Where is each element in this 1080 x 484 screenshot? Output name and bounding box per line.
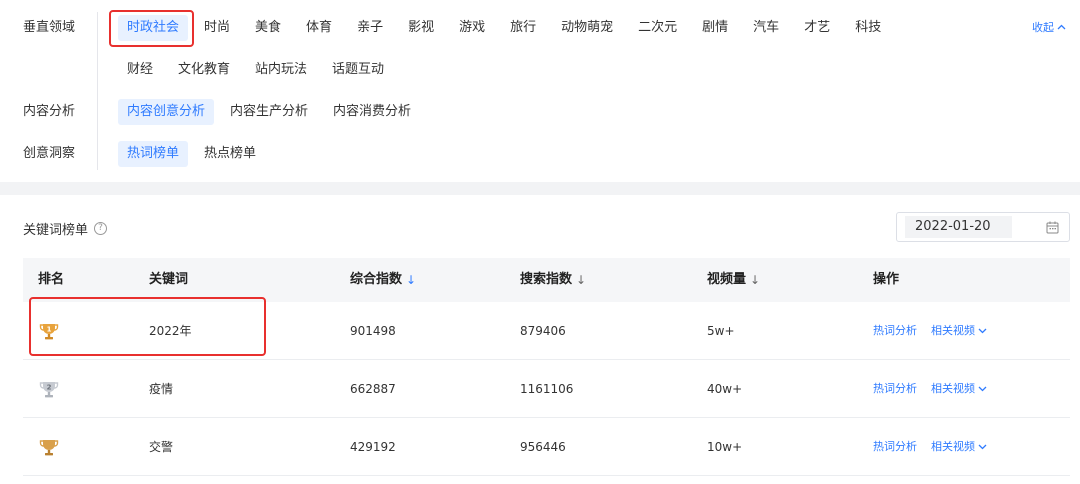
chevron-up-icon [1057,24,1066,30]
rank-badge-number: 1 [47,326,52,334]
rank-badge-number: 2 [47,384,52,392]
col-search[interactable]: 搜索指数 ↓ [520,258,586,302]
tag-politics-society[interactable]: 时政社会 [118,15,189,41]
hot-analysis-link[interactable]: 热词分析 [873,302,917,360]
cell-video: 10w+ [707,440,743,454]
cell-keyword: 2022年 [149,324,192,338]
calendar-icon[interactable] [1046,221,1059,234]
sort-down-icon: ↓ [750,273,761,287]
cell-ops: 热词分析 相关视频 [873,302,987,360]
hot-analysis-link[interactable]: 热词分析 [873,418,917,476]
related-videos-label: 相关视频 [931,324,975,337]
tag-pets[interactable]: 动物萌宠 [552,15,622,41]
tag-topic-interaction[interactable]: 话题互动 [323,57,393,83]
tag-sports[interactable]: 体育 [297,15,341,41]
analysis-label: 内容分析 [23,104,76,119]
col-composite-label: 综合指数 [350,272,403,287]
cell-ops: 热词分析 相关视频 [873,360,987,418]
tag-finance[interactable]: 财经 [118,57,162,83]
tag-food[interactable]: 美食 [246,15,290,41]
col-ops: 操作 [873,272,900,287]
analysis-tags: 内容创意分析 内容生产分析 内容消费分析 [118,98,427,126]
tag-content-consumption-analysis[interactable]: 内容消费分析 [324,99,420,125]
col-video-label: 视频量 [707,272,747,287]
tag-culture-education[interactable]: 文化教育 [169,57,239,83]
help-icon[interactable]: ? [94,222,108,235]
table-header: 排名 关键词 综合指数 ↓ 搜索指数 ↓ 视频量 ↓ 操作 [23,258,1070,302]
list-title: 关键词榜单 ? [23,219,108,238]
related-videos-label: 相关视频 [931,382,975,395]
cell-search: 1161106 [520,382,574,396]
cell-composite: 662887 [350,382,396,396]
table-row: 2 疫情 662887 1161106 40w+ 热词分析 相关视频 [23,360,1070,418]
tag-site-play[interactable]: 站内玩法 [246,57,316,83]
related-videos-dropdown[interactable]: 相关视频 [931,360,987,418]
table-row: 1 2022年 901498 879406 5w+ 热词分析 相关视频 [23,302,1070,360]
vertical-tags-row1: 时政社会 时尚 美食 体育 亲子 影视 游戏 旅行 动物萌宠 二次元 剧情 汽车… [118,14,897,42]
sort-down-icon: ↓ [576,273,587,287]
insight-tags: 热词榜单 热点榜单 [118,140,272,168]
tag-cars[interactable]: 汽车 [744,15,788,41]
col-composite[interactable]: 综合指数 ↓ [350,258,416,302]
tag-drama[interactable]: 剧情 [693,15,737,41]
vertical-tags-row2: 财经 文化教育 站内玩法 话题互动 [118,56,400,84]
tag-tech[interactable]: 科技 [846,15,890,41]
sort-down-icon: ↓ [406,273,417,287]
filter-panel: 垂直领域 时政社会 时尚 美食 体育 亲子 影视 游戏 旅行 动物萌宠 二次元 … [0,0,1080,182]
date-input[interactable] [905,216,1012,238]
cell-video: 40w+ [707,382,743,396]
chevron-down-icon [978,328,987,334]
tag-travel[interactable]: 旅行 [501,15,545,41]
list-title-text: 关键词榜单 [23,223,89,238]
collapse-label: 收起 [1032,21,1054,34]
tag-hot-topics-list[interactable]: 热点榜单 [195,141,265,167]
silver-trophy-icon: 2 [39,382,59,398]
tag-fashion[interactable]: 时尚 [195,15,239,41]
tag-content-creative-analysis[interactable]: 内容创意分析 [118,99,215,125]
tag-talent[interactable]: 才艺 [795,15,839,41]
keyword-list-panel: 关键词榜单 ? 排名 关键词 综合指数 ↓ 搜索指数 ↓ 视频量 [0,195,1080,484]
keyword-table: 排名 关键词 综合指数 ↓ 搜索指数 ↓ 视频量 ↓ 操作 1 2022年 90… [23,258,1070,476]
related-videos-dropdown[interactable]: 相关视频 [931,302,987,360]
tag-games[interactable]: 游戏 [450,15,494,41]
gold-trophy-icon: 1 [39,324,59,340]
tag-film[interactable]: 影视 [399,15,443,41]
cell-ops: 热词分析 相关视频 [873,418,987,476]
col-keyword: 关键词 [149,272,189,287]
cell-video: 5w+ [707,324,735,338]
col-rank: 排名 [38,272,65,287]
date-picker[interactable] [896,212,1070,242]
chevron-down-icon [978,444,987,450]
related-videos-dropdown[interactable]: 相关视频 [931,418,987,476]
cell-search: 879406 [520,324,566,338]
col-search-label: 搜索指数 [520,272,573,287]
tag-acg[interactable]: 二次元 [629,15,686,41]
chevron-down-icon [978,386,987,392]
hot-analysis-link[interactable]: 热词分析 [873,360,917,418]
collapse-button[interactable]: 收起 [1032,19,1066,35]
tag-content-production-analysis[interactable]: 内容生产分析 [221,99,317,125]
cell-keyword: 交警 [149,440,174,454]
cell-search: 956446 [520,440,566,454]
related-videos-label: 相关视频 [931,440,975,453]
cell-keyword: 疫情 [149,382,174,396]
col-video[interactable]: 视频量 ↓ [707,258,760,302]
tag-hot-words-list[interactable]: 热词榜单 [118,141,189,167]
vertical-label: 垂直领域 [23,20,76,35]
insight-label: 创意洞察 [23,146,76,161]
tag-parenting[interactable]: 亲子 [348,15,392,41]
table-row: 交警 429192 956446 10w+ 热词分析 相关视频 [23,418,1070,476]
cell-composite: 429192 [350,440,396,454]
cell-composite: 901498 [350,324,396,338]
bronze-trophy-icon [39,440,59,456]
